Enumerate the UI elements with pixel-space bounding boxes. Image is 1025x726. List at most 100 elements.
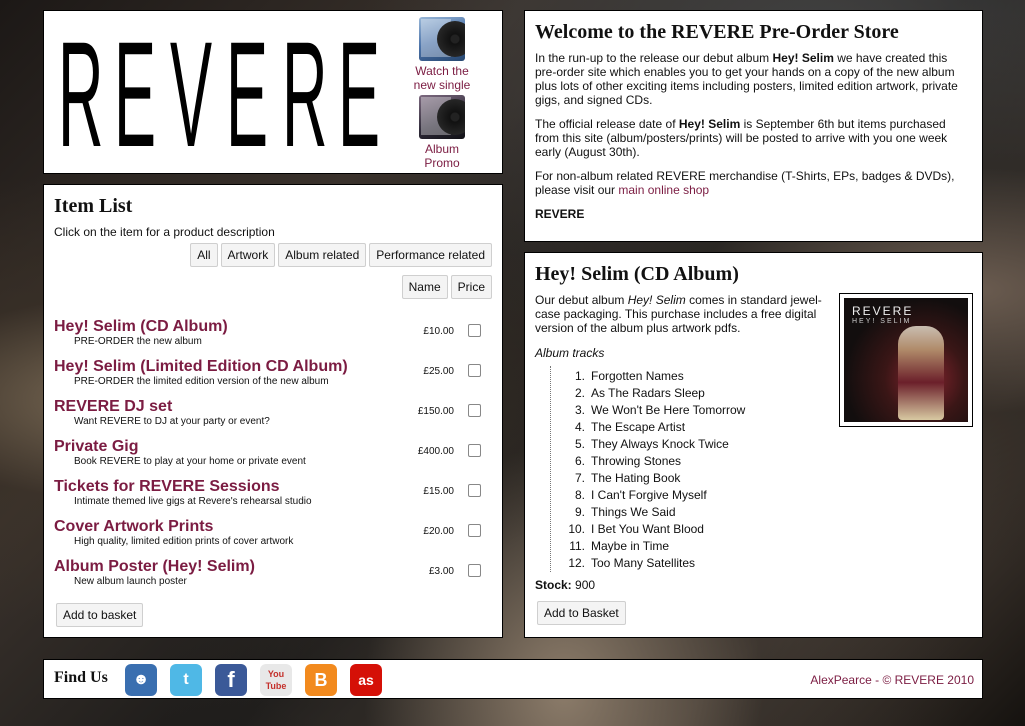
- item-description: Want REVERE to DJ at your party or event…: [74, 416, 270, 427]
- list-item[interactable]: Album Poster (Hey! Selim) New album laun…: [54, 558, 484, 594]
- myspace-icon[interactable]: ☻: [125, 664, 157, 696]
- logo-letter: R: [282, 10, 328, 178]
- item-price: £150.00: [417, 406, 454, 417]
- cover-title: REVERE: [852, 304, 914, 318]
- item-name-link[interactable]: Cover Artwork Prints: [54, 518, 484, 536]
- list-item[interactable]: Cover Artwork Prints High quality, limit…: [54, 518, 484, 554]
- twitter-icon[interactable]: t: [170, 664, 202, 696]
- logo-letter: E: [338, 10, 381, 178]
- logo-letter: E: [226, 10, 269, 178]
- item-description: PRE-ORDER the limited edition version of…: [74, 376, 329, 387]
- item-list-panel: Item List Click on the item for a produc…: [43, 184, 503, 638]
- item-description: Book REVERE to play at your home or priv…: [74, 456, 306, 467]
- filter-performance-related-button[interactable]: Performance related: [369, 243, 492, 267]
- album-description: Our debut album Hey! Selim comes in stan…: [535, 293, 822, 335]
- logo-letter: R: [58, 10, 104, 178]
- stock-value: 900: [575, 578, 596, 592]
- add-to-basket-button[interactable]: Add to basket: [56, 603, 144, 627]
- item-checkbox[interactable]: [468, 404, 481, 417]
- track-item: 5. They Always Knock Twice: [574, 437, 729, 451]
- album-promo-link[interactable]: Album Promo: [402, 95, 482, 170]
- filter-album-related-button[interactable]: Album related: [278, 243, 367, 267]
- welcome-panel: Welcome to the REVERE Pre-Order Store In…: [524, 10, 983, 242]
- track-item: 1. Forgotten Names: [574, 369, 684, 383]
- item-price: £15.00: [423, 486, 454, 497]
- track-item: 7. The Hating Book: [574, 471, 681, 485]
- track-item: 8. I Can't Forgive Myself: [574, 488, 707, 502]
- item-price: £20.00: [423, 526, 454, 537]
- cover-subtitle: HEY! SELIM: [852, 318, 912, 325]
- stock-info: Stock: 900: [535, 578, 596, 592]
- track-item: 4. The Escape Artist: [574, 420, 686, 434]
- facebook-icon[interactable]: f: [215, 664, 247, 696]
- author-link[interactable]: AlexPearce: [810, 673, 871, 687]
- track-item: 2. As The Radars Sleep: [574, 386, 705, 400]
- track-item: 9. Things We Said: [574, 505, 676, 519]
- revere-logo: R E V E R E: [58, 10, 394, 178]
- item-name-link[interactable]: Tickets for REVERE Sessions: [54, 478, 484, 496]
- item-description: High quality, limited edition prints of …: [74, 536, 294, 547]
- item-name-link[interactable]: Hey! Selim (CD Album): [54, 318, 484, 336]
- sort-name-button[interactable]: Name: [401, 275, 448, 299]
- find-us-label: Find Us: [54, 669, 108, 686]
- logo-letter: V: [170, 10, 213, 178]
- item-description: PRE-ORDER the new album: [74, 336, 202, 347]
- track-item: 11. Maybe in Time: [569, 539, 670, 553]
- item-name-link[interactable]: Hey! Selim (Limited Edition CD Album): [54, 358, 484, 376]
- album-tracks-label: Album tracks: [535, 346, 605, 360]
- main-shop-link[interactable]: main online shop: [618, 183, 709, 197]
- sort-bar: Name Price: [401, 275, 492, 299]
- watch-single-label-2: new single: [413, 78, 471, 92]
- lastfm-icon[interactable]: as: [350, 664, 382, 696]
- item-checkbox[interactable]: [468, 484, 481, 497]
- watch-single-link[interactable]: Watch the new single: [402, 17, 482, 92]
- album-detail-panel: Hey! Selim (CD Album) Our debut album He…: [524, 252, 983, 638]
- watch-single-label-1: Watch the: [415, 64, 469, 78]
- youtube-icon[interactable]: You Tube: [260, 664, 292, 696]
- album-title: Hey! Selim (CD Album): [535, 263, 739, 285]
- single-thumbnail-icon: [419, 17, 465, 61]
- item-checkbox[interactable]: [468, 444, 481, 457]
- item-list-hint: Click on the item for a product descript…: [54, 225, 275, 239]
- item-description: New album launch poster: [74, 576, 187, 587]
- welcome-text: In the run-up to the release our debut a…: [535, 51, 965, 231]
- item-checkbox[interactable]: [468, 364, 481, 377]
- track-item: 12. Too Many Satellites: [568, 556, 696, 570]
- list-item[interactable]: REVERE DJ set Want REVERE to DJ at your …: [54, 398, 484, 434]
- list-item[interactable]: Hey! Selim (Limited Edition CD Album) PR…: [54, 358, 484, 394]
- promo-thumbnail-icon: [419, 95, 465, 139]
- track-item: 3. We Won't Be Here Tomorrow: [574, 403, 746, 417]
- add-to-basket-button[interactable]: Add to Basket: [537, 601, 626, 625]
- welcome-paragraph-1: In the run-up to the release our debut a…: [535, 51, 958, 107]
- album-promo-label-1: Album: [424, 142, 459, 156]
- item-price: £400.00: [417, 446, 454, 457]
- album-cover-image: REVERE HEY! SELIM: [839, 293, 973, 427]
- track-item: 10. I Bet You Want Blood: [568, 522, 704, 536]
- filter-bar: All Artwork Album related Performance re…: [190, 243, 492, 267]
- footer-bar: Find Us ☻ t f You Tube B as AlexPearce -…: [43, 659, 983, 699]
- list-item[interactable]: Tickets for REVERE Sessions Intimate the…: [54, 478, 484, 514]
- filter-artwork-button[interactable]: Artwork: [220, 243, 276, 267]
- list-item[interactable]: Hey! Selim (CD Album) PRE-ORDER the new …: [54, 318, 484, 354]
- item-list-title: Item List: [54, 195, 133, 217]
- item-price: £3.00: [428, 566, 454, 577]
- welcome-signoff: REVERE: [535, 207, 585, 221]
- sort-price-button[interactable]: Price: [450, 275, 492, 299]
- track-list: 1. Forgotten Names 2. As The Radars Sleep …: [550, 366, 745, 572]
- footer-credit: AlexPearce - © REVERE 2010: [810, 673, 974, 687]
- item-price: £25.00: [423, 366, 454, 377]
- filter-all-button[interactable]: All: [190, 243, 218, 267]
- blogger-icon[interactable]: B: [305, 664, 337, 696]
- track-item: 6. Throwing Stones: [574, 454, 682, 468]
- welcome-paragraph-2: The official release date of Hey! Selim …: [535, 117, 948, 159]
- welcome-title: Welcome to the REVERE Pre-Order Store: [535, 21, 899, 43]
- item-name-link[interactable]: Album Poster (Hey! Selim): [54, 558, 484, 576]
- item-checkbox[interactable]: [468, 524, 481, 537]
- item-price: £10.00: [423, 326, 454, 337]
- list-item[interactable]: Private Gig Book REVERE to play at your …: [54, 438, 484, 474]
- logo-panel: R E V E R E Watch the new single Album P…: [43, 10, 503, 174]
- album-promo-label-2: Promo: [424, 156, 460, 170]
- item-checkbox[interactable]: [468, 324, 481, 337]
- item-checkbox[interactable]: [468, 564, 481, 577]
- item-description: Intimate themed live gigs at Revere's re…: [74, 496, 312, 507]
